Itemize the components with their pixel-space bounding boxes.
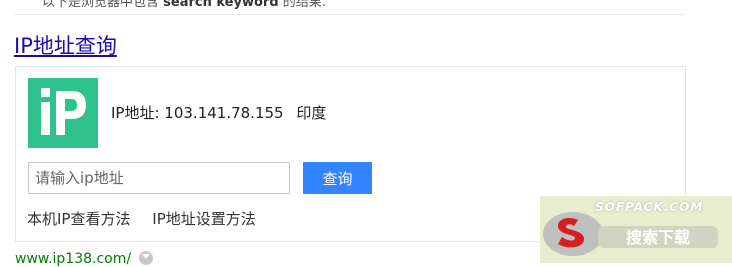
watermark: 搜索下载 SOFPACK.COM [540, 196, 732, 263]
result-title-link[interactable]: IP地址查询 [14, 31, 117, 61]
link-ip-setting-method[interactable]: IP地址设置方法 [152, 210, 255, 228]
ip-input[interactable] [28, 162, 290, 194]
ip-info: IP地址: 103.141.78.155 印度 [111, 102, 334, 123]
query-button[interactable]: 查询 [303, 162, 372, 194]
snippet-keyword: search keyword [163, 0, 279, 10]
ip-location: 印度 [296, 104, 327, 122]
ip-logo [28, 78, 98, 148]
result-url-text: www.ip138.com/ [15, 251, 132, 267]
result-url[interactable]: www.ip138.com/ [15, 251, 154, 267]
ip-logo-icon [41, 88, 86, 135]
snippet-end: 的结果. [282, 0, 326, 10]
watermark-text: SOFPACK.COM [595, 200, 704, 214]
card-links: 本机IP查看方法 IP地址设置方法 [27, 208, 273, 229]
svg-text:搜索下载: 搜索下载 [626, 228, 690, 247]
divider [14, 14, 686, 15]
snippet-text: 以下是浏览器中包含 [42, 0, 160, 10]
previous-result-snippet: 以下是浏览器中包含 search keyword 的结果. [42, 0, 326, 10]
link-local-ip-method[interactable]: 本机IP查看方法 [27, 210, 130, 228]
ip-address-label: IP地址: 103.141.78.155 [111, 104, 284, 122]
